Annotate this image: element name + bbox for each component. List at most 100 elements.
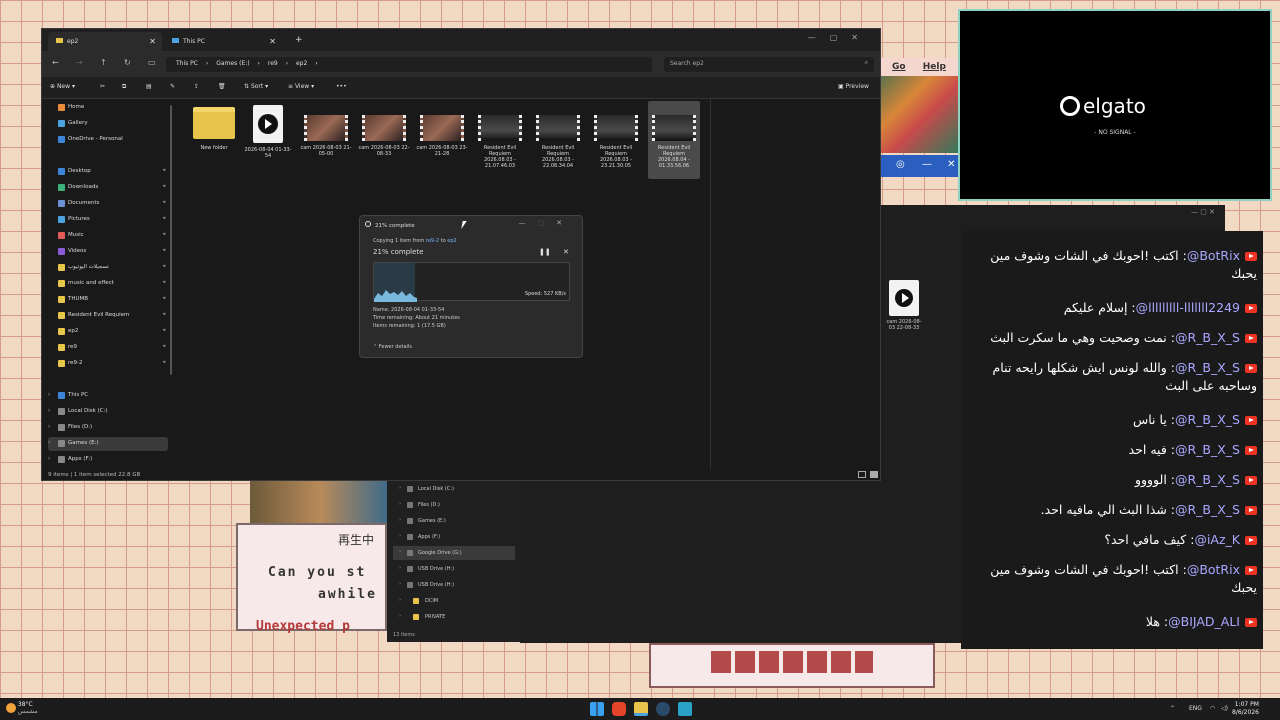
chevron-right-icon[interactable]: › [399, 501, 401, 507]
chat-username[interactable]: @R_B_X_S [1175, 360, 1240, 375]
pin-icon[interactable]: ⌖ [163, 327, 166, 335]
chat-username[interactable]: @R_B_X_S [1175, 412, 1240, 427]
pin-icon[interactable]: ⌖ [163, 183, 166, 191]
tab-this-pc[interactable]: This PC ✕ [164, 32, 282, 51]
file-item[interactable]: New folder [188, 101, 240, 179]
fewer-details-button[interactable]: ⌃ Fewer details [373, 344, 412, 350]
nav-item[interactable]: Desktop ⌖ [48, 165, 168, 179]
nav-item[interactable]: › This PC [48, 389, 168, 403]
file-item[interactable]: cam 2026-08-03 23-21-28 [416, 101, 468, 179]
close-icon[interactable]: ✕ [556, 219, 574, 227]
pin-icon[interactable]: ⌖ [163, 231, 166, 239]
record-icon[interactable]: ◎ [896, 159, 905, 170]
nav-item[interactable]: re9-2 ⌖ [48, 357, 168, 371]
volume-icon[interactable]: ◁) [1221, 705, 1228, 712]
more-icon[interactable]: ••• [336, 83, 347, 90]
pin-icon[interactable]: ⌖ [163, 167, 166, 175]
minimize-icon[interactable]: — [922, 159, 932, 170]
chevron-right-icon[interactable]: › [399, 549, 401, 555]
chevron-right-icon[interactable]: › [399, 533, 401, 539]
chat-username[interactable]: @R_B_X_S [1175, 472, 1240, 487]
maximize-icon[interactable]: ▢ [830, 33, 852, 42]
copy-destination-link[interactable]: ep2 [447, 238, 456, 244]
copy-source-link[interactable]: re9-2 [426, 238, 439, 244]
chat-username[interactable]: @lllllllll-lllllll2249 [1136, 300, 1240, 315]
nav-item[interactable]: Documents ⌖ [48, 197, 168, 211]
nav-item[interactable]: OneDrive - Personal [48, 133, 168, 147]
chevron-right-icon[interactable]: › [48, 439, 50, 446]
rename-icon[interactable]: ✎ [170, 83, 175, 90]
monitor-icon[interactable]: ▭ [148, 58, 156, 67]
close-icon[interactable]: ✕ [851, 33, 872, 42]
chevron-right-icon[interactable]: › [399, 581, 401, 587]
tray-chevron-icon[interactable]: ⌃ [1170, 705, 1175, 712]
chevron-right-icon[interactable]: › [48, 423, 50, 430]
nav-item[interactable]: ep2 ⌖ [48, 325, 168, 339]
nav-item[interactable]: › Games (E:) [48, 437, 168, 451]
pin-icon[interactable]: ⌖ [163, 343, 166, 351]
pin-icon[interactable]: ⌖ [163, 359, 166, 367]
chat-username[interactable]: @R_B_X_S [1175, 330, 1240, 345]
nav-item[interactable]: Gallery [48, 117, 168, 131]
pin-icon[interactable]: ⌖ [163, 215, 166, 223]
file-item[interactable]: Resident Evil Requiem 2026.08.03 - 22.08… [532, 101, 584, 179]
nav-item[interactable]: Home [48, 101, 168, 115]
view-toggle[interactable] [858, 471, 866, 478]
preview-button[interactable]: ▣ Preview [838, 83, 869, 90]
share-icon[interactable]: ⇪ [194, 83, 199, 90]
copy-icon[interactable]: ⧉ [122, 83, 126, 91]
file-item[interactable]: Resident Evil Requiem 2026.08.03 - 21.07… [474, 101, 526, 179]
nav-item[interactable]: › Local Disk (C:) [48, 405, 168, 419]
minimize-icon[interactable]: — [808, 33, 830, 42]
nav-item[interactable]: › Local Disk (C:) [393, 482, 515, 496]
nav-item[interactable]: › Google Drive (G:) [393, 546, 515, 560]
nav-item[interactable]: › Games (E:) [393, 514, 515, 528]
close-tab-icon[interactable]: ✕ [149, 37, 156, 46]
capture-app-icon[interactable] [678, 702, 692, 716]
chevron-right-icon[interactable]: › [399, 597, 401, 603]
chevron-right-icon[interactable]: › [48, 407, 50, 414]
pin-icon[interactable]: ⌖ [163, 279, 166, 287]
file-item[interactable]: cam 2026-08-03 22-08-33 [358, 101, 410, 179]
nav-item[interactable]: Videos ⌖ [48, 245, 168, 259]
close-tab-icon[interactable]: ✕ [269, 37, 276, 46]
steam-icon[interactable] [656, 702, 670, 716]
file-explorer-icon[interactable] [634, 702, 648, 716]
pin-icon[interactable]: ⌖ [163, 263, 166, 271]
pin-icon[interactable]: ⌖ [163, 247, 166, 255]
paste-icon[interactable]: ▤ [146, 83, 152, 90]
nav-item[interactable]: Music ⌖ [48, 229, 168, 243]
chat-username[interactable]: @BotRix [1187, 562, 1240, 577]
chevron-right-icon[interactable]: › [399, 565, 401, 571]
delete-icon[interactable]: 🗑 [218, 83, 226, 90]
breadcrumb[interactable]: This PC › Games (E:) › re9 › ep2 › [166, 57, 652, 72]
nav-item[interactable]: › PRIVATE [393, 610, 515, 624]
forward-icon[interactable]: → [76, 58, 83, 67]
view-button[interactable]: ≡ View ▾ [288, 83, 314, 90]
browser-icon[interactable] [612, 702, 626, 716]
nav-item[interactable]: › DCIM [393, 594, 515, 608]
chat-username[interactable]: @R_B_X_S [1175, 442, 1240, 457]
nav-item[interactable]: › Files (D:) [393, 498, 515, 512]
cut-icon[interactable]: ✂ [100, 83, 105, 90]
chat-username[interactable]: @BIJAD_ALI [1168, 614, 1240, 629]
file-item[interactable]: 2026-08-04 01-33-54 [242, 101, 294, 179]
nav-item[interactable]: › Apps (F:) [48, 453, 168, 467]
clock[interactable]: 1:07 PM 8/6/2026 [1232, 701, 1259, 717]
file-item[interactable]: cam 2026-08-03 21-05-00 [300, 101, 352, 179]
breadcrumb-ep2[interactable]: ep2 [296, 60, 307, 67]
nav-item[interactable]: Downloads ⌖ [48, 181, 168, 195]
chevron-right-icon[interactable]: › [399, 613, 401, 619]
chat-username[interactable]: @BotRix [1187, 248, 1240, 263]
weather-widget[interactable]: 38°C مشمس [6, 701, 38, 715]
nav-scrollbar[interactable] [170, 105, 172, 375]
cancel-copy-icon[interactable]: ✕ [563, 248, 569, 256]
file-item[interactable]: Resident Evil Requiem 2026.08.03 - 23.21… [590, 101, 642, 179]
wifi-icon[interactable]: ◠ [1210, 705, 1215, 712]
start-icon[interactable] [590, 702, 604, 716]
nav-item[interactable]: THUMB ⌖ [48, 293, 168, 307]
up-icon[interactable]: ↑ [100, 58, 107, 67]
nav-item[interactable]: تسجيلات اليوتيوب ⌖ [48, 261, 168, 275]
nav-item[interactable]: › Apps (F:) [393, 530, 515, 544]
new-button[interactable]: ⊕ New ▾ [50, 83, 75, 90]
